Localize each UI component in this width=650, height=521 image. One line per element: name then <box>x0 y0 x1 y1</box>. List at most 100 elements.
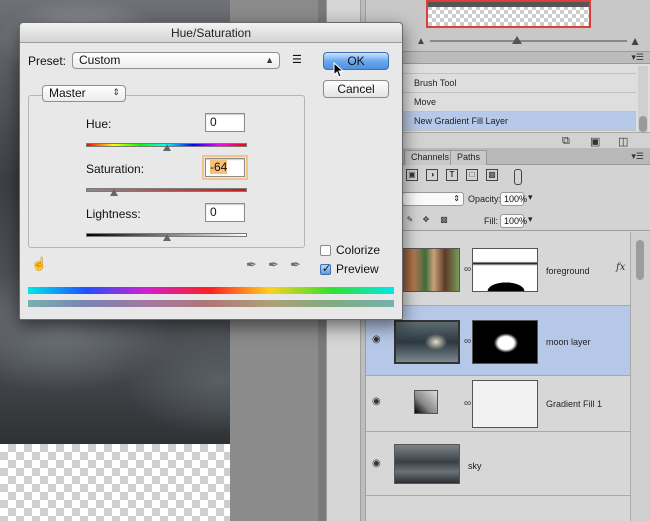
visibility-eye-icon[interactable]: ◉ <box>372 334 381 345</box>
layer-thumb-foreground <box>402 248 460 292</box>
filter-adjustment-icon[interactable]: ◑ <box>426 169 438 181</box>
eyedropper-minus-icon[interactable]: ✒ <box>290 257 301 273</box>
saturation-value: -64 <box>210 160 228 174</box>
fill-label: Fill: <box>484 216 498 226</box>
opacity-field[interactable]: 100% <box>500 192 527 206</box>
layer-link-icon[interactable]: ∞ <box>464 336 471 347</box>
opacity-label: Opacity: <box>468 194 502 204</box>
eyedropper-plus-icon[interactable]: ✒ <box>268 257 279 273</box>
layer-name-foreground[interactable]: foreground <box>546 266 590 276</box>
navigator-zoom: ▲ ▲ <box>416 34 641 48</box>
zoom-in-icon[interactable]: ▲ <box>629 34 641 48</box>
filter-shape-icon[interactable]: □ <box>466 169 478 181</box>
layer-mask-gradient[interactable] <box>472 380 538 428</box>
filter-pixel-icon[interactable]: ▣ <box>406 169 418 181</box>
history-panel-header: ▾☰ <box>366 52 650 64</box>
lightness-slider-knob[interactable] <box>163 234 171 241</box>
lock-all-icon[interactable]: ▩ <box>438 215 450 227</box>
history-scrollbar[interactable] <box>638 66 648 142</box>
layer-row-empty <box>366 496 630 521</box>
filter-smart-icon[interactable]: ▩ <box>486 169 498 181</box>
blend-mode-arrows-icon: ⇕ <box>453 194 460 203</box>
output-spectrum-bar <box>28 300 394 307</box>
blend-mode-select[interactable]: ⇕ <box>402 192 464 206</box>
adjustment-group <box>28 95 305 248</box>
preset-options-icon[interactable]: ☰ <box>292 53 302 66</box>
lightness-label: Lightness: <box>86 207 141 221</box>
history-footer: ⧉ ▣ ◫ <box>366 132 650 148</box>
hue-saturation-dialog: Hue/Saturation Preset: Custom ▲ ☰ OK Can… <box>19 22 403 320</box>
saturation-input[interactable]: -64 <box>202 155 248 180</box>
mouse-cursor-icon <box>333 62 345 78</box>
transparency-checkerboard <box>0 444 230 521</box>
layer-row-gradient-fill[interactable]: ◉ ∞ Gradient Fill 1 <box>366 376 630 432</box>
hue-label: Hue: <box>86 117 112 131</box>
eyedropper-icon[interactable]: ✒ <box>246 257 257 273</box>
fill-dropdown-icon[interactable]: ▾ <box>528 214 533 225</box>
history-item-move[interactable]: Move <box>366 93 636 112</box>
layer-row-foreground[interactable]: ∞ foreground fx <box>366 232 630 306</box>
hue-slider-knob[interactable] <box>163 144 171 151</box>
dialog-title[interactable]: Hue/Saturation <box>20 23 402 43</box>
zoom-out-icon[interactable]: ▲ <box>416 36 426 47</box>
layer-name-sky[interactable]: sky <box>468 461 482 471</box>
layer-row-sky[interactable]: ◉ sky <box>366 432 630 496</box>
saturation-slider-knob[interactable] <box>110 189 118 196</box>
opacity-dropdown-icon[interactable]: ▾ <box>528 192 533 203</box>
panel-menu-icon[interactable]: ▾☰ <box>631 52 644 63</box>
layer-mask-moon[interactable] <box>472 320 538 364</box>
visibility-eye-icon[interactable]: ◉ <box>372 458 381 469</box>
layer-thumb-gradient <box>414 390 438 414</box>
tab-channels[interactable]: Channels <box>404 150 457 165</box>
lock-position-icon[interactable]: ✥ <box>420 215 432 227</box>
filter-toggle-icon[interactable] <box>514 169 522 185</box>
preset-value: Custom <box>79 53 121 67</box>
colorize-checkbox[interactable] <box>320 245 331 256</box>
zoom-slider-knob[interactable] <box>512 36 522 44</box>
input-spectrum-bar <box>28 287 394 294</box>
layers-scroll-thumb[interactable] <box>636 240 644 280</box>
fill-field[interactable]: 100% <box>500 214 527 228</box>
layer-row-moon[interactable]: ◉ ∞ moon layer <box>366 306 630 376</box>
hand-adjust-icon[interactable]: ☝ <box>31 256 47 272</box>
zoom-slider-track[interactable] <box>430 40 627 42</box>
preset-select[interactable]: Custom ▲ <box>72 52 280 69</box>
saturation-label: Saturation: <box>86 162 145 176</box>
history-item-gradient[interactable]: New Gradient Fill Layer <box>366 112 636 131</box>
cancel-button[interactable]: Cancel <box>323 80 389 98</box>
preview-checkbox[interactable] <box>320 262 331 275</box>
preview-label[interactable]: Preview <box>336 262 379 276</box>
layers-tab-bar: Channels Paths ▾☰ <box>366 148 650 165</box>
camera-icon[interactable]: ▣ <box>590 135 600 148</box>
hue-input[interactable]: 0 <box>205 113 245 132</box>
layers-menu-icon[interactable]: ▾☰ <box>631 151 644 162</box>
channel-arrows-icon: ⇕ <box>112 87 120 97</box>
filter-type-icon[interactable]: T <box>446 169 458 181</box>
visibility-eye-icon[interactable]: ◉ <box>372 396 381 407</box>
trash-icon[interactable]: ◫ <box>618 135 628 148</box>
layer-link-icon[interactable]: ∞ <box>464 398 471 409</box>
lock-pixels-icon[interactable]: ✎ <box>404 215 416 227</box>
layer-name-moon[interactable]: moon layer <box>546 337 591 347</box>
select-arrows-icon: ▲ <box>265 55 274 65</box>
tab-paths[interactable]: Paths <box>450 150 488 165</box>
layer-effects-icon[interactable]: fx <box>616 262 625 273</box>
history-item-brush[interactable]: Brush Tool <box>366 74 636 93</box>
navigator-panel: ▲ ▲ <box>366 0 650 52</box>
layers-scrollbar[interactable] <box>630 232 650 521</box>
channel-select[interactable]: Master ⇕ <box>42 85 126 102</box>
new-snapshot-icon[interactable]: ⧉ <box>562 135 570 148</box>
history-item-partial <box>366 64 636 74</box>
navigator-preview[interactable] <box>426 0 591 28</box>
layer-name-gradient[interactable]: Gradient Fill 1 <box>546 399 602 409</box>
layers-toolbar: ▣ ◑ T □ ▩ ⇕ Opacity: 100% ▾ ✎ ✥ ▩ Fill: … <box>366 165 650 231</box>
layer-link-icon[interactable]: ∞ <box>464 264 471 275</box>
preset-label: Preset: <box>28 54 67 68</box>
layer-mask-foreground[interactable] <box>472 248 538 292</box>
colorize-label[interactable]: Colorize <box>336 243 380 257</box>
lightness-input[interactable]: 0 <box>205 203 245 222</box>
layer-thumb-sky <box>394 444 460 484</box>
channel-value: Master <box>49 86 86 100</box>
layer-thumb-moon <box>394 320 460 364</box>
history-scroll-thumb[interactable] <box>639 116 647 132</box>
